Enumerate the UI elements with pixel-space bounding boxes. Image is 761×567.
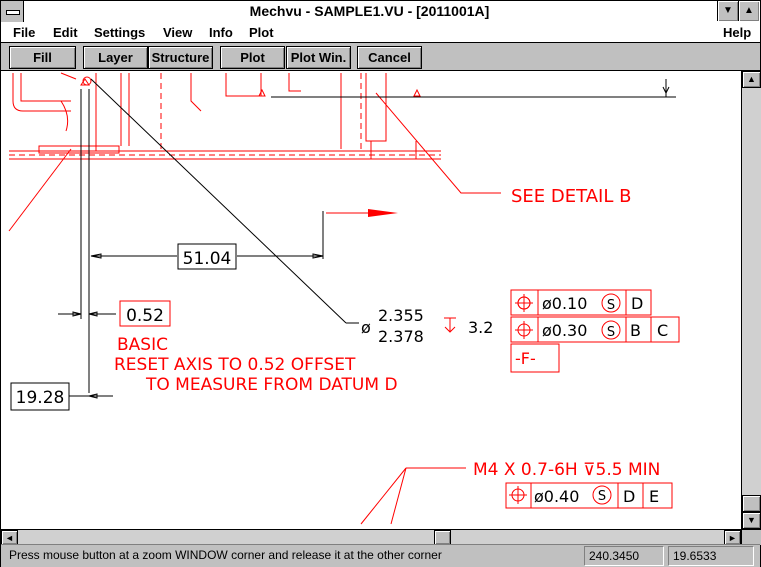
diameter-lower: 2.378 [378,327,424,346]
scroll-left-button[interactable]: ◄ [1,530,18,545]
fcf3-frame [505,482,673,509]
see-detail-note: SEE DETAIL B [511,186,631,207]
menu-edit[interactable]: Edit [53,25,78,40]
arrow-up-icon: ▲ [747,74,756,84]
basic-note: BASIC [117,335,168,355]
status-message: Press mouse button at a zoom WINDOW corn… [9,548,442,562]
reset-note-line1: RESET AXIS TO 0.52 OFFSET [114,355,356,375]
part-outline [9,72,441,160]
scroll-right-button[interactable]: ► [724,530,741,545]
leader-lines [8,92,501,525]
horizontal-scroll-thumb[interactable] [434,530,451,545]
depth-icon [444,317,456,333]
maximize-icon: ▲ [744,5,754,16]
dim-1928-text: 19.28 [16,388,65,408]
cad-drawing: 51.04 0.52 19.28 SEE DETAIL B BASIC RESE… [8,72,680,525]
menu-bar: File Edit Settings View Info Plot Help [1,23,760,43]
menu-info[interactable]: Info [209,25,233,40]
fcf1-tolerance: ø0.10 [542,294,587,313]
system-menu-icon [6,10,20,15]
x-coordinate: 240.3450 [584,546,664,566]
fill-button[interactable]: Fill [9,46,76,69]
feature-control-frames [510,289,680,373]
horizontal-scrollbar[interactable]: ◄ ► [1,529,741,545]
diameter-symbol: ø [361,318,371,337]
minimize-button[interactable]: ▼ [717,1,738,21]
vertical-scrollbar[interactable]: ▲ ▼ [741,71,761,529]
cancel-button[interactable]: Cancel [357,46,422,69]
system-menu-box[interactable] [1,1,24,22]
scroll-down-button[interactable]: ▼ [742,512,761,529]
diameter-upper: 2.355 [378,306,424,325]
direction-arrow [368,209,398,217]
fcf2-tolerance: ø0.30 [542,321,587,340]
fcf3-datum-d: D [623,487,635,506]
thread-note: M4 X 0.7-6H ⊽5.5 MIN [473,460,660,480]
dim-052-text: 0.52 [126,306,164,326]
scroll-up-button[interactable]: ▲ [742,71,761,88]
fcf3-modifier: S [598,489,606,504]
arrow-down-icon: ▼ [747,515,756,525]
depth-value: 3.2 [468,318,493,337]
fcf2-datum-c: C [657,321,668,340]
menu-file[interactable]: File [13,25,35,40]
maximize-button[interactable]: ▲ [738,1,759,21]
minimize-icon: ▼ [723,5,733,16]
menu-help[interactable]: Help [723,25,751,40]
status-bar: Press mouse button at a zoom WINDOW corn… [1,544,760,567]
fcf2-modifier: S [607,325,615,340]
arrow-right-icon: ► [728,533,737,543]
fcf3-datum-e: E [649,487,659,506]
drawing-canvas[interactable]: 51.04 0.52 19.28 SEE DETAIL B BASIC RESE… [1,71,741,529]
menu-settings[interactable]: Settings [94,25,145,40]
fcf1-modifier: S [607,298,615,313]
plot-window-button[interactable]: Plot Win. [286,46,351,69]
menu-view[interactable]: View [163,25,192,40]
scroll-corner [741,529,761,545]
fcf3-tolerance: ø0.40 [534,487,579,506]
structure-button[interactable]: Structure [148,46,213,69]
title-bar: Mechvu - SAMPLE1.VU - [2011001A] ▼ ▲ [1,1,760,24]
fcf2-datum-b: B [630,321,641,340]
datum-f: -F- [515,349,536,368]
app-window: Mechvu - SAMPLE1.VU - [2011001A] ▼ ▲ Fil… [0,0,761,567]
dim-51-text: 51.04 [183,249,232,269]
arrow-left-icon: ◄ [5,533,14,543]
y-coordinate: 19.6533 [668,546,754,566]
menu-plot[interactable]: Plot [249,25,274,40]
toolbar: Fill Layer Structure Plot Plot Win. Canc… [1,43,760,71]
fcf1-datum: D [631,294,643,313]
window-title: Mechvu - SAMPLE1.VU - [2011001A] [249,3,490,19]
plot-button[interactable]: Plot [220,46,285,69]
reset-note-line2: TO MEASURE FROM DATUM D [145,375,398,395]
layer-button[interactable]: Layer [83,46,148,69]
vertical-scroll-thumb[interactable] [742,495,761,512]
